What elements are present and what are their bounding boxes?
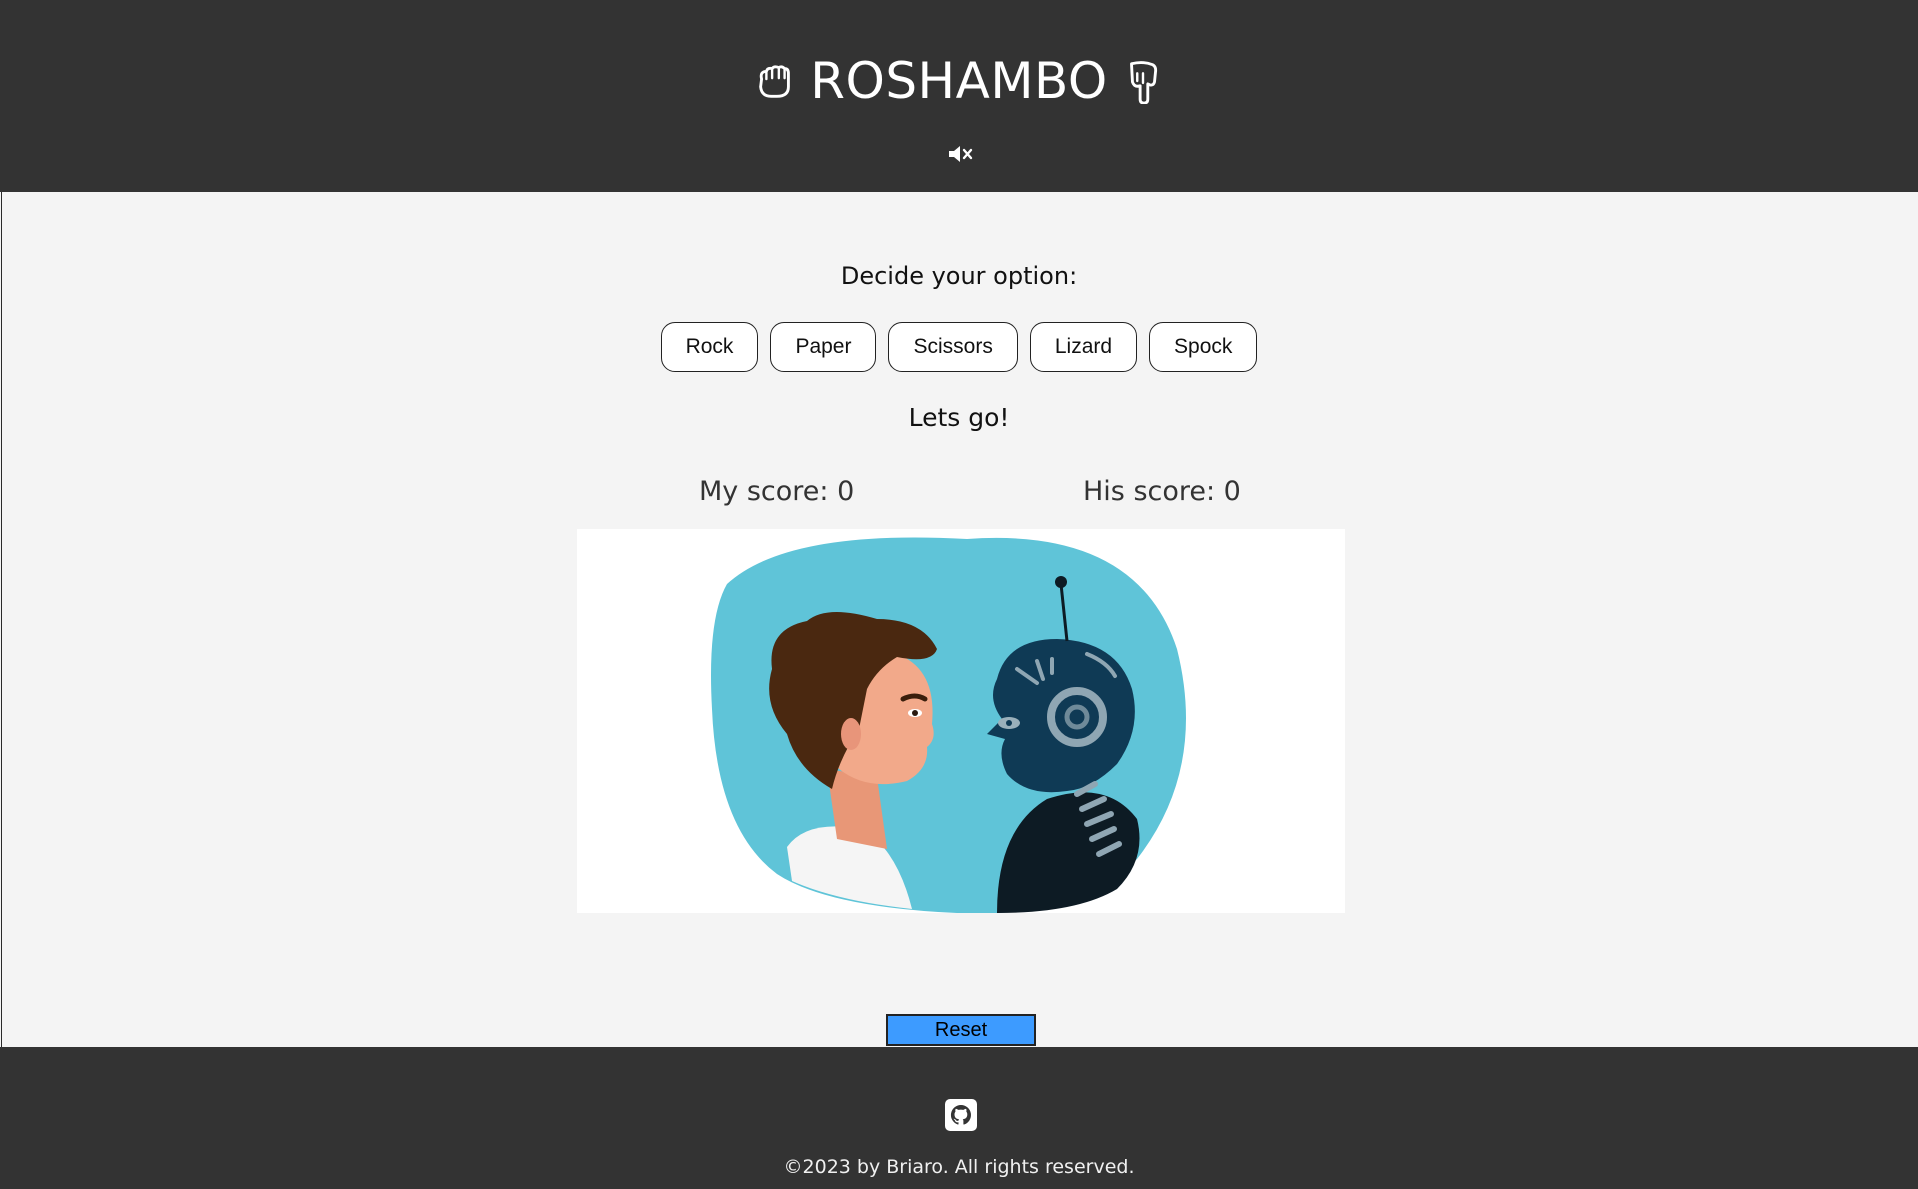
reset-button[interactable]: Reset <box>886 1014 1036 1046</box>
github-link[interactable] <box>945 1099 977 1131</box>
my-score: My score: 0 <box>699 476 855 507</box>
rock-button[interactable]: Rock <box>660 322 759 372</box>
lizard-button[interactable]: Lizard <box>1029 322 1138 372</box>
scissors-button[interactable]: Scissors <box>888 322 1018 372</box>
title-row: ROSHAMBO <box>0 50 1918 112</box>
rock-hand-icon <box>759 65 791 98</box>
page-title: ROSHAMBO <box>810 52 1108 110</box>
site-footer: ©2023 by Briaro. All rights reserved. <box>0 1047 1918 1189</box>
human-vs-robot-illustration <box>577 529 1345 914</box>
site-header: ROSHAMBO <box>0 0 1918 192</box>
option-buttons: Rock Paper Scissors Lizard Spock <box>0 322 1918 372</box>
volume-mute-icon <box>949 146 973 162</box>
spock-button[interactable]: Spock <box>1149 322 1258 372</box>
his-score: His score: 0 <box>1083 476 1241 507</box>
game-status: Lets go! <box>908 403 1010 432</box>
copyright-text: ©2023 by Briaro. All rights reserved. <box>783 1156 1135 1178</box>
option-prompt: Decide your option: <box>840 262 1078 290</box>
mute-toggle-button[interactable] <box>946 142 976 166</box>
paper-button[interactable]: Paper <box>770 322 877 372</box>
pointing-down-hand-icon <box>1129 61 1157 104</box>
github-icon <box>945 1099 977 1131</box>
